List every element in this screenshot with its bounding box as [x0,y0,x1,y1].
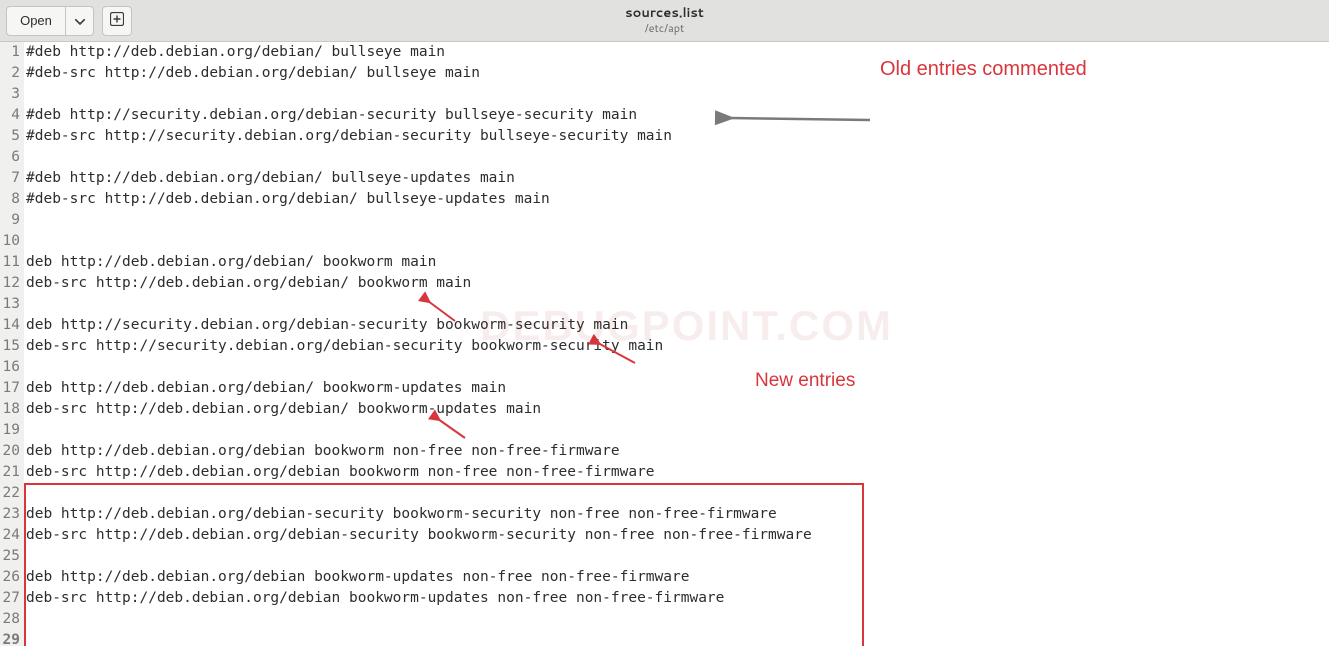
line-number: 17 [0,378,20,399]
open-menu-button[interactable] [66,6,94,36]
line-number: 20 [0,441,20,462]
code-line[interactable]: deb http://deb.debian.org/debian bookwor… [24,567,1329,588]
code-line[interactable]: #deb http://security.debian.org/debian-s… [24,105,1329,126]
line-number: 21 [0,462,20,483]
code-line[interactable]: deb http://deb.debian.org/debian-securit… [24,504,1329,525]
line-number: 4 [0,105,20,126]
code-line[interactable]: deb http://deb.debian.org/debian/ bookwo… [24,378,1329,399]
line-number: 26 [0,567,20,588]
line-number-gutter: 1234567891011121314151617181920212223242… [0,42,24,646]
code-line[interactable] [24,294,1329,315]
line-number: 5 [0,126,20,147]
code-line[interactable]: #deb http://deb.debian.org/debian/ bulls… [24,168,1329,189]
code-line[interactable] [24,210,1329,231]
code-line[interactable] [24,630,1329,646]
plus-icon [110,12,124,29]
line-number: 16 [0,357,20,378]
title-block: sources.list /etc/apt [625,6,704,35]
line-number: 8 [0,189,20,210]
code-line[interactable]: deb http://deb.debian.org/debian/ bookwo… [24,252,1329,273]
line-number: 14 [0,315,20,336]
code-line[interactable]: deb-src http://deb.debian.org/debian/ bo… [24,399,1329,420]
line-number: 23 [0,504,20,525]
code-line[interactable] [24,84,1329,105]
line-number: 27 [0,588,20,609]
code-line[interactable]: deb-src http://deb.debian.org/debian-sec… [24,525,1329,546]
line-number: 15 [0,336,20,357]
code-line[interactable] [24,357,1329,378]
code-line[interactable] [24,483,1329,504]
code-line[interactable]: #deb-src http://security.debian.org/debi… [24,126,1329,147]
line-number: 28 [0,609,20,630]
line-number: 25 [0,546,20,567]
code-line[interactable]: deb-src http://security.debian.org/debia… [24,336,1329,357]
line-number: 24 [0,525,20,546]
code-line[interactable]: deb-src http://deb.debian.org/debian boo… [24,462,1329,483]
code-line[interactable] [24,546,1329,567]
line-number: 6 [0,147,20,168]
header-bar: Open sources.list /etc/apt [0,0,1329,42]
line-number: 13 [0,294,20,315]
line-number: 10 [0,231,20,252]
line-number: 29 [0,630,20,646]
code-line[interactable]: #deb-src http://deb.debian.org/debian/ b… [24,189,1329,210]
line-number: 19 [0,420,20,441]
document-path: /etc/apt [625,22,704,35]
code-line[interactable]: #deb http://deb.debian.org/debian/ bulls… [24,42,1329,63]
line-number: 3 [0,84,20,105]
code-line[interactable] [24,609,1329,630]
line-number: 7 [0,168,20,189]
line-number: 18 [0,399,20,420]
line-number: 12 [0,273,20,294]
line-number: 1 [0,42,20,63]
line-number: 2 [0,63,20,84]
open-button[interactable]: Open [6,6,66,36]
line-number: 9 [0,210,20,231]
chevron-down-icon [75,13,85,28]
line-number: 22 [0,483,20,504]
code-line[interactable]: deb-src http://deb.debian.org/debian/ bo… [24,273,1329,294]
code-content[interactable]: #deb http://deb.debian.org/debian/ bulls… [24,42,1329,646]
code-line[interactable] [24,147,1329,168]
code-line[interactable] [24,231,1329,252]
code-line[interactable]: deb http://deb.debian.org/debian bookwor… [24,441,1329,462]
new-tab-button[interactable] [102,6,132,36]
code-line[interactable] [24,420,1329,441]
code-line[interactable]: deb-src http://deb.debian.org/debian boo… [24,588,1329,609]
editor-area[interactable]: 1234567891011121314151617181920212223242… [0,42,1329,646]
line-number: 11 [0,252,20,273]
code-line[interactable]: #deb-src http://deb.debian.org/debian/ b… [24,63,1329,84]
code-line[interactable]: deb http://security.debian.org/debian-se… [24,315,1329,336]
